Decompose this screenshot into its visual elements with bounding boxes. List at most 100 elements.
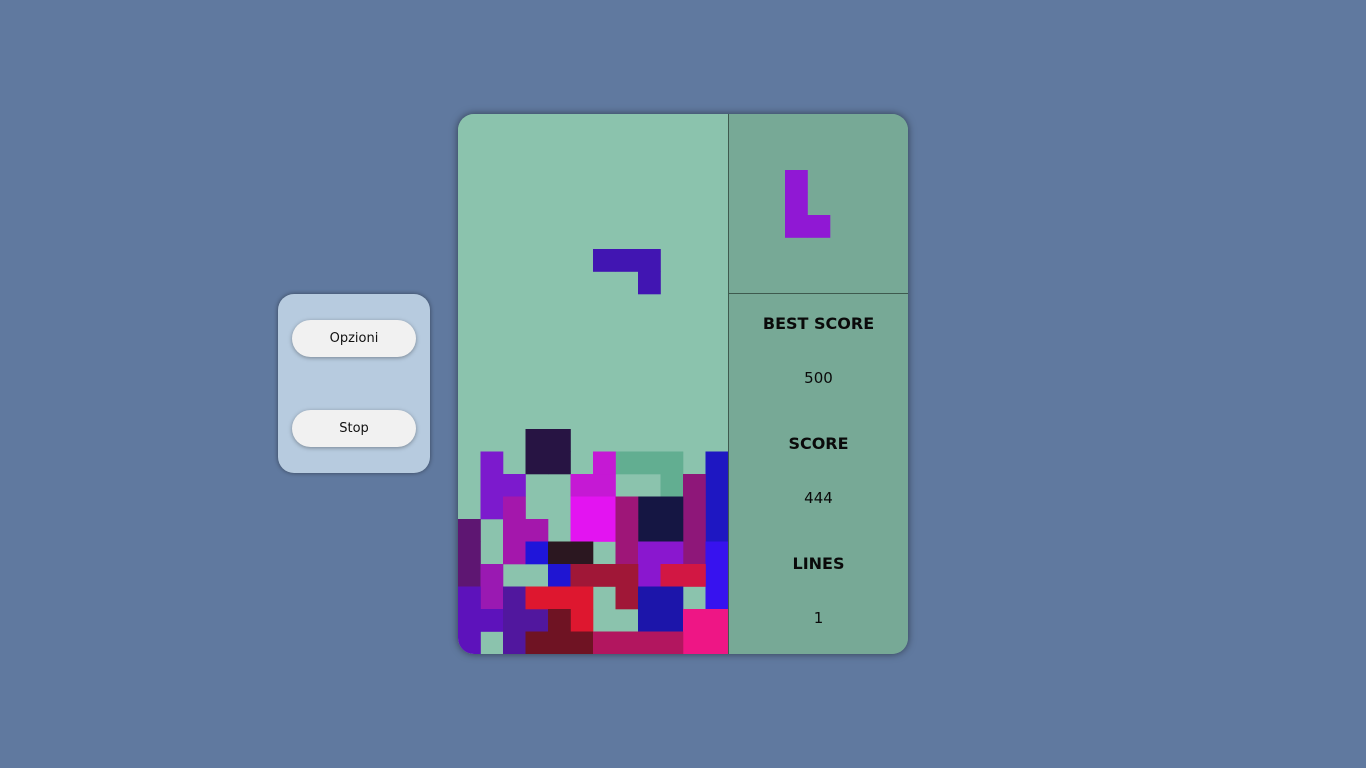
locked-block <box>503 496 526 520</box>
locked-block <box>660 609 684 632</box>
locked-block <box>660 631 684 654</box>
locked-block <box>638 541 661 565</box>
locked-block <box>548 429 571 452</box>
ghost-piece-cell <box>660 451 684 475</box>
locked-block <box>458 586 481 610</box>
locked-block <box>593 451 616 475</box>
locked-block <box>525 429 549 452</box>
locked-block <box>705 609 728 632</box>
locked-block <box>660 586 684 610</box>
locked-block <box>660 496 684 520</box>
score-value: 444 <box>804 489 833 507</box>
score-label: SCORE <box>788 434 849 453</box>
locked-block <box>480 586 504 610</box>
locked-block <box>570 541 594 565</box>
locked-block <box>660 541 684 565</box>
locked-block <box>593 564 616 587</box>
stop-button[interactable]: Stop <box>292 410 416 447</box>
locked-block <box>615 586 639 610</box>
locked-block <box>458 609 481 632</box>
locked-block <box>480 451 504 475</box>
locked-block <box>548 609 571 632</box>
locked-block <box>705 631 728 654</box>
locked-block <box>458 631 481 654</box>
locked-block <box>593 474 616 497</box>
locked-block <box>570 586 594 610</box>
locked-block <box>503 474 526 497</box>
locked-block <box>548 451 571 475</box>
game-board[interactable] <box>458 114 728 654</box>
ghost-piece-cell <box>615 451 639 475</box>
next-piece-preview <box>729 114 908 294</box>
game-window: BEST SCORE 500 SCORE 444 LINES 1 <box>458 114 908 654</box>
locked-block <box>570 564 594 587</box>
locked-block <box>570 519 594 542</box>
options-button[interactable]: Opzioni <box>292 320 416 357</box>
locked-block <box>458 541 481 565</box>
ghost-piece-cell <box>638 451 661 475</box>
next-piece-cell <box>807 215 831 238</box>
best-score-label: BEST SCORE <box>762 314 875 333</box>
next-piece-canvas <box>785 170 831 238</box>
locked-block <box>458 519 481 542</box>
locked-block <box>683 496 706 520</box>
locked-block <box>705 474 728 497</box>
locked-block <box>503 586 526 610</box>
locked-block <box>705 564 728 587</box>
active-piece-cell <box>638 271 661 295</box>
locked-block <box>705 496 728 520</box>
locked-block <box>525 609 549 632</box>
locked-block <box>638 496 661 520</box>
locked-block <box>683 564 706 587</box>
locked-block <box>503 631 526 654</box>
locked-block <box>458 564 481 587</box>
locked-block <box>615 519 639 542</box>
lines-label: LINES <box>792 554 845 573</box>
locked-block <box>705 519 728 542</box>
locked-block <box>570 609 594 632</box>
next-piece-cell <box>785 192 808 216</box>
active-piece-cell <box>615 249 639 272</box>
controls-panel: Opzioni Stop <box>278 294 430 473</box>
locked-block <box>683 519 706 542</box>
locked-block <box>615 496 639 520</box>
locked-block <box>705 451 728 475</box>
locked-block <box>548 586 571 610</box>
locked-block <box>503 519 526 542</box>
locked-block <box>638 519 661 542</box>
locked-block <box>683 631 706 654</box>
locked-block <box>525 451 549 475</box>
locked-block <box>593 631 616 654</box>
locked-block <box>705 541 728 565</box>
locked-block <box>548 564 571 587</box>
locked-block <box>480 474 504 497</box>
locked-block <box>683 609 706 632</box>
locked-block <box>548 631 571 654</box>
locked-block <box>593 496 616 520</box>
best-score-value: 500 <box>804 369 833 387</box>
locked-block <box>615 564 639 587</box>
locked-block <box>570 631 594 654</box>
locked-block <box>503 541 526 565</box>
locked-block <box>525 519 549 542</box>
locked-block <box>525 586 549 610</box>
locked-block <box>638 586 661 610</box>
locked-block <box>615 541 639 565</box>
locked-block <box>480 496 504 520</box>
locked-block <box>638 609 661 632</box>
next-piece-cell <box>785 170 808 193</box>
locked-block <box>615 631 639 654</box>
locked-block <box>660 519 684 542</box>
locked-block <box>480 609 504 632</box>
locked-block <box>705 586 728 610</box>
locked-block <box>638 564 661 587</box>
locked-block <box>525 631 549 654</box>
active-piece-cell <box>593 249 616 272</box>
locked-block <box>548 541 571 565</box>
next-piece-cell <box>785 215 808 238</box>
locked-block <box>570 496 594 520</box>
locked-block <box>480 564 504 587</box>
ghost-piece-cell <box>660 474 684 497</box>
locked-block <box>525 541 549 565</box>
locked-block <box>660 564 684 587</box>
